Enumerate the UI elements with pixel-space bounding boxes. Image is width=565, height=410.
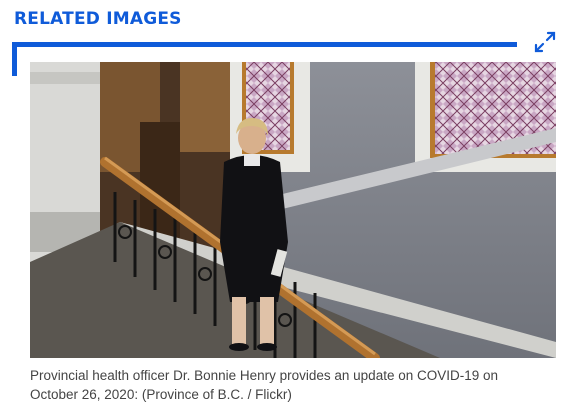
expand-arrows-icon (534, 31, 556, 53)
caption-line-2: October 26, 2020: (Province of B.C. / Fl… (30, 387, 292, 402)
heading-rule-corner (12, 42, 17, 76)
caption-line-1: Provincial health officer Dr. Bonnie Hen… (30, 368, 499, 383)
heading-rule (12, 42, 517, 47)
staircase-photo (30, 62, 556, 358)
section-heading: RELATED IMAGES (14, 9, 182, 29)
related-images-widget: RELATED IMAGES Provincial health officer… (0, 0, 565, 410)
photo-caption: Provincial health officer Dr. Bonnie Hen… (30, 366, 550, 404)
related-photo[interactable] (30, 62, 556, 358)
expand-icon[interactable] (532, 29, 558, 55)
